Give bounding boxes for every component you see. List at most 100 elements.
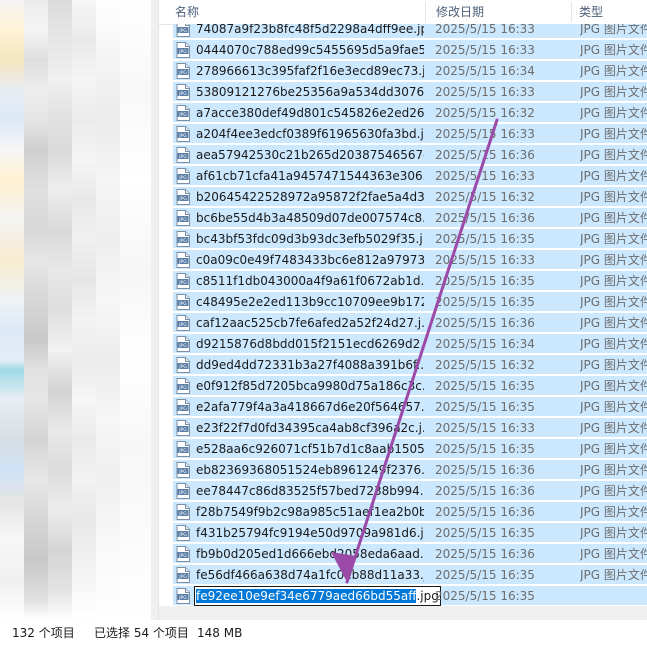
file-row[interactable]: JPG c8511f1db043000a4f9a61f0672ab1d.j... 2… (173, 271, 647, 291)
file-row[interactable]: JPG e528aa6c926071cf51b7d1c8aab1505... 202… (173, 439, 647, 459)
file-row[interactable]: JPG 53809121276be25356a9a534dd3076... 2025… (173, 82, 647, 102)
file-type: JPG 图片文件 (580, 232, 647, 246)
file-row[interactable]: JPG c0a09c0e49f7483433bc6e812a97973... 202… (173, 250, 647, 270)
selected-size: 148 MB (197, 626, 243, 640)
file-modified-date: 2025/5/15 16:35 (435, 589, 535, 603)
file-modified-date: 2025/5/15 16:35 (435, 568, 535, 582)
jpg-file-icon: JPG (176, 231, 190, 247)
file-name: bc6be55d4b3a48509d07de007574c8... (196, 211, 424, 225)
name-column-header[interactable]: 名称 (175, 0, 199, 24)
selected-count: 已选择 54 个项目 (94, 626, 189, 640)
jpg-file-icon: JPG (176, 315, 190, 331)
column-header: 名称 修改日期 类型 (159, 0, 647, 25)
file-name: aea57942530c21b265d20387546567c... (196, 148, 424, 162)
jpg-file-icon: JPG (176, 567, 190, 583)
file-modified-date: 2025/5/15 16:36 (435, 148, 535, 162)
jpg-file-icon: JPG (176, 336, 190, 352)
file-row[interactable]: JPG b20645422528972a95872f2fae5a4d3... 202… (173, 187, 647, 207)
horizontal-scrollbar[interactable] (159, 606, 647, 620)
svg-text:JPG: JPG (178, 490, 187, 496)
jpg-file-icon: JPG (176, 441, 190, 457)
navigation-pane[interactable] (0, 0, 158, 620)
file-name: c48495e2e2ed113b9cc10709ee9b172... (196, 295, 424, 309)
file-row[interactable]: JPG dd9ed4dd72331b3a27f4088a391b6f... 2025… (173, 355, 647, 375)
file-name: bc43bf53fdc09d3b93dc3efb5029f35.j... (196, 232, 424, 246)
pane-divider[interactable] (158, 0, 159, 620)
file-modified-date: 2025/5/15 16:32 (435, 358, 535, 372)
file-type: JPG 图片文件 (580, 148, 647, 162)
navigation-scrollbar[interactable] (151, 0, 158, 620)
file-modified-date: 2025/5/15 16:36 (435, 211, 535, 225)
svg-text:JPG: JPG (178, 70, 187, 76)
file-type: JPG 图片文件 (580, 421, 647, 435)
svg-text:JPG: JPG (178, 595, 187, 601)
file-row[interactable]: JPG caf12aac525cb7fe6afed2a52f24d27.j... 2… (173, 313, 647, 333)
file-name: d9215876d8bdd015f2151ecd6269d2... (196, 337, 424, 351)
file-type: JPG 图片文件 (580, 442, 647, 456)
blurred-tile-column (0, 0, 26, 620)
file-row[interactable]: JPG aea57942530c21b265d20387546567c... 202… (173, 145, 647, 165)
file-modified-date: 2025/5/15 16:33 (435, 169, 535, 183)
file-modified-date: 2025/5/15 16:36 (435, 463, 535, 477)
jpg-file-icon: JPG (176, 483, 190, 499)
column-divider[interactable] (571, 2, 572, 22)
file-type: JPG 图片文件 (580, 106, 647, 120)
file-row[interactable]: JPG 278966613c395faf2f16e3ecd89ec73.j... 2… (173, 61, 647, 81)
jpg-file-icon: JPG (176, 294, 190, 310)
file-name: 53809121276be25356a9a534dd3076... (196, 85, 424, 99)
jpg-file-icon: JPG (176, 168, 190, 184)
file-row[interactable]: JPG a7acce380def49d801c545826e2ed26... 202… (173, 103, 647, 123)
file-row[interactable]: JPG a204f4ee3edcf0389f61965630fa3bd.j... 2… (173, 124, 647, 144)
column-divider[interactable] (425, 2, 426, 22)
jpg-file-icon: JPG (176, 189, 190, 205)
file-modified-date: 2025/5/15 16:33 (435, 43, 535, 57)
svg-text:JPG: JPG (178, 196, 187, 202)
file-name: a7acce380def49d801c545826e2ed26... (196, 106, 424, 120)
file-name: f431b25794fc9194e50d9709a981d6.j... (196, 526, 424, 540)
svg-text:JPG: JPG (178, 175, 187, 181)
svg-text:JPG: JPG (178, 154, 187, 160)
file-name: a204f4ee3edcf0389f61965630fa3bd.j... (196, 127, 424, 141)
file-row[interactable]: JPG e23f22f7d0fd34395ca4ab8cf396a2c.j... 2… (173, 418, 647, 438)
file-row[interactable]: JPG eb82369368051524eb8961249f2376... 2025… (173, 460, 647, 480)
blurred-tile-column (72, 0, 98, 620)
file-name: dd9ed4dd72331b3a27f4088a391b6f... (196, 358, 424, 372)
rename-input[interactable]: fe92ee10e9ef34e6779aed66bd55aff.jpg (194, 586, 441, 606)
file-row[interactable]: JPG d9215876d8bdd015f2151ecd6269d2... 2025… (173, 334, 647, 354)
jpg-file-icon: JPG (176, 420, 190, 436)
file-row[interactable]: JPG 74087a9f23b8fc48f5d2298a4dff9ee.jpg 20… (173, 24, 647, 39)
file-row[interactable]: JPG f28b7549f9b2c98a985c51aef1ea2b0b... 20… (173, 502, 647, 522)
svg-text:JPG: JPG (178, 217, 187, 223)
file-row[interactable]: JPG f431b25794fc9194e50d9709a981d6.j... 20… (173, 523, 647, 543)
jpg-file-icon: JPG (176, 504, 190, 520)
file-name: fe56df466a638d74a1fc0eb88d11a33.j... (196, 568, 424, 582)
file-row[interactable]: JPG e0f912f85d7205bca9980d75a186c3c... 202… (173, 376, 647, 396)
file-type: JPG 图片文件 (580, 547, 647, 561)
file-type: JPG 图片文件 (580, 358, 647, 372)
file-modified-date: 2025/5/15 16:33 (435, 85, 535, 99)
file-modified-date: 2025/5/15 16:34 (435, 337, 535, 351)
file-type: JPG 图片文件 (580, 190, 647, 204)
file-row[interactable]: JPG e2afa779f4a3a418667d6e20f564657.j... 2… (173, 397, 647, 417)
blurred-tile-column (120, 0, 151, 620)
file-row[interactable]: JPG af61cb71cfa41a9457471544363e306.j... 2… (173, 166, 647, 186)
svg-text:JPG: JPG (178, 427, 187, 433)
file-modified-date: 2025/5/15 16:36 (435, 505, 535, 519)
type-column-header[interactable]: 类型 (579, 0, 603, 24)
file-row[interactable]: JPG bc6be55d4b3a48509d07de007574c8... 2025… (173, 208, 647, 228)
file-row-renaming[interactable]: JPG fe92ee10e9ef34e6779aed66bd55aff.jpg 20… (173, 586, 647, 606)
file-row[interactable]: JPG fe56df466a638d74a1fc0eb88d11a33.j... 2… (173, 565, 647, 585)
file-row[interactable]: JPG 0444070c788ed99c5455695d5a9fae5... 202… (173, 40, 647, 60)
file-type: JPG 图片文件 (580, 64, 647, 78)
file-row[interactable]: JPG bc43bf53fdc09d3b93dc3efb5029f35.j... 2… (173, 229, 647, 249)
file-type: JPG 图片文件 (580, 274, 647, 288)
date-column-header[interactable]: 修改日期 (436, 0, 484, 24)
file-name: eb82369368051524eb8961249f2376... (196, 463, 424, 477)
file-row[interactable]: JPG ee78447c86d83525f57bed7238b994... 2025… (173, 481, 647, 501)
file-type: JPG 图片文件 (580, 169, 647, 183)
file-name: af61cb71cfa41a9457471544363e306.j... (196, 169, 424, 183)
file-type: JPG 图片文件 (580, 211, 647, 225)
file-type: JPG 图片文件 (580, 484, 647, 498)
file-row[interactable]: JPG c48495e2e2ed113b9cc10709ee9b172... 202… (173, 292, 647, 312)
file-row[interactable]: JPG fb9b0d205ed1d666ebd2058eda6aad... 2025… (173, 544, 647, 564)
